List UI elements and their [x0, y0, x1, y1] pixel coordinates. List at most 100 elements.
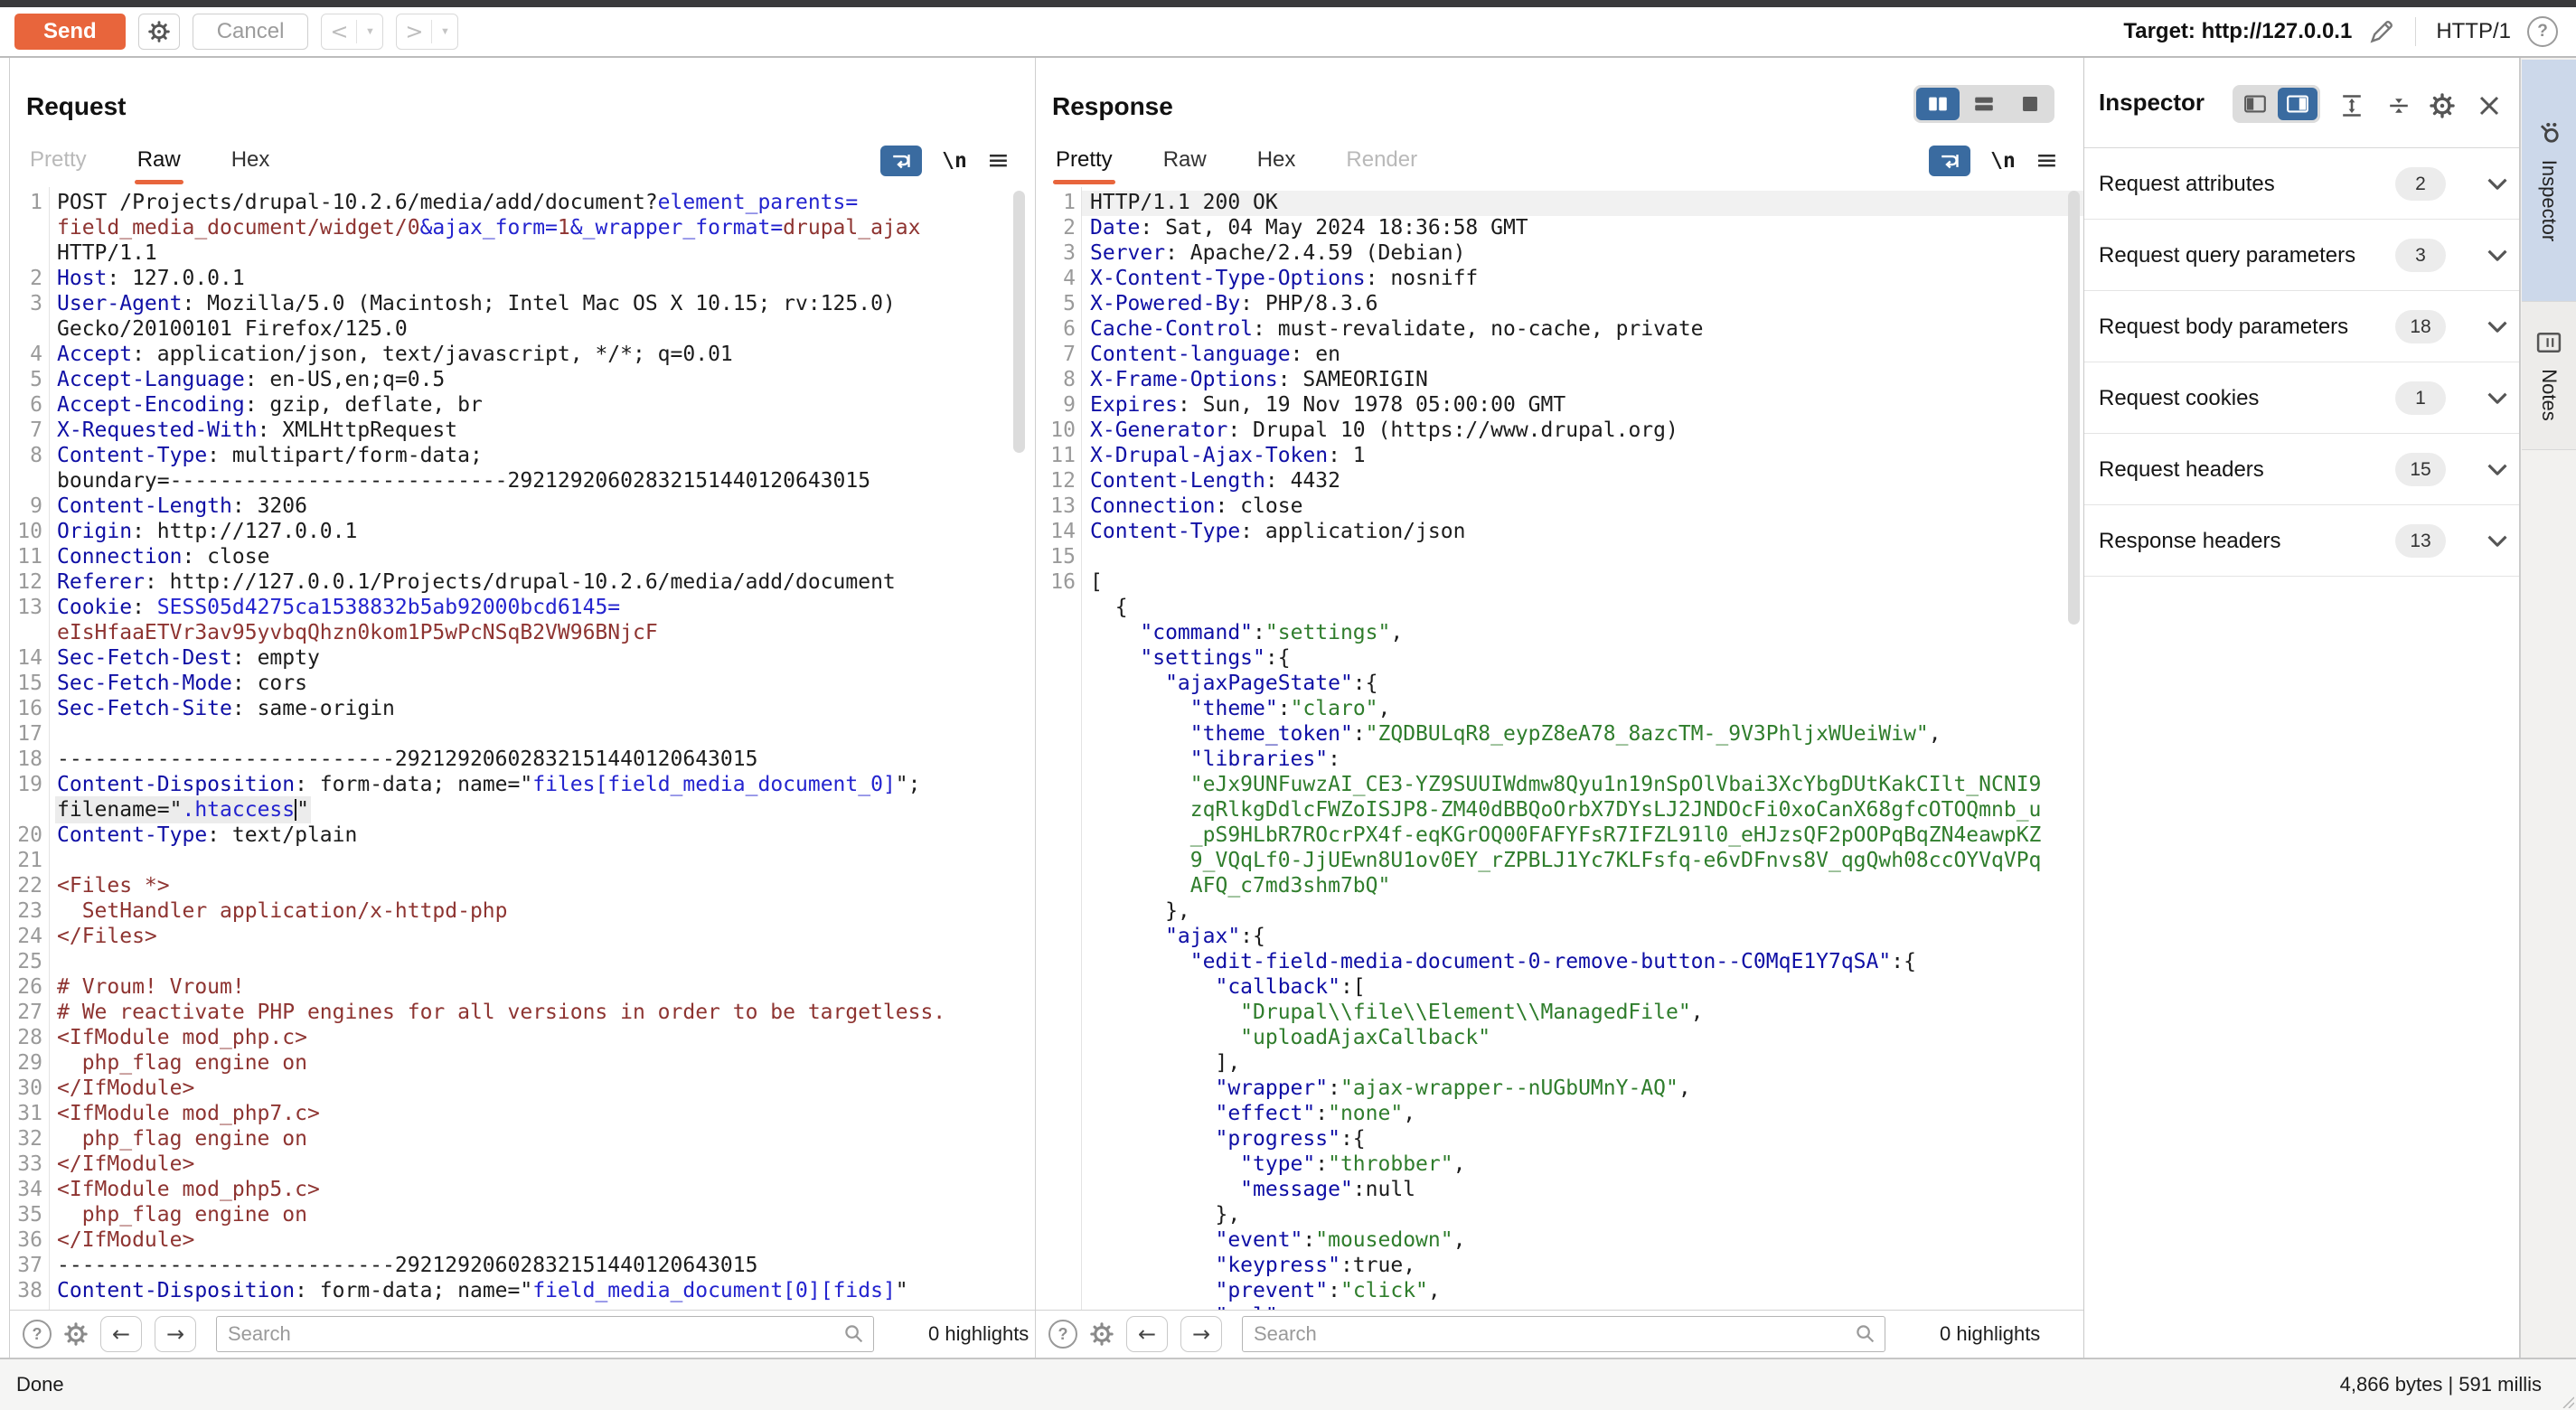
code-line[interactable]: "ajax":{ [1036, 925, 2083, 950]
code-line[interactable]: "type":"throbber", [1036, 1152, 2083, 1178]
dock-left-button[interactable] [2235, 88, 2275, 120]
code-line[interactable]: 36</IfModule> [10, 1228, 1035, 1254]
code-line[interactable]: 11X-Drupal-Ajax-Token: 1 [1036, 444, 2083, 469]
code-line[interactable]: _pS9HLbR7ROcrPX4f-eqKGrOQ00FAFYFsR7IFZL9… [1036, 823, 2083, 849]
code-line[interactable]: 13Cookie: SESS05d4275ca1538832b5ab92000b… [10, 596, 1035, 621]
code-line[interactable]: 14Content-Type: application/json [1036, 520, 2083, 545]
code-line[interactable]: 3User-Agent: Mozilla/5.0 (Macintosh; Int… [10, 292, 1035, 317]
layout-rows-button[interactable] [1962, 88, 2006, 120]
word-wrap-toggle[interactable] [1929, 146, 1970, 176]
search-prev-button[interactable]: ← [100, 1316, 142, 1352]
code-line[interactable]: "ajaxPageState":{ [1036, 672, 2083, 697]
code-line[interactable]: 32 php_flag engine on [10, 1127, 1035, 1152]
code-line[interactable]: "eJx9UNFuwzAI_CE3-YZ9SUUIWdmw8Qyu1n19nSp… [1036, 773, 2083, 798]
code-line[interactable]: 30</IfModule> [10, 1076, 1035, 1102]
code-line[interactable]: 19Content-Disposition: form-data; name="… [10, 773, 1035, 798]
code-line[interactable]: 28<IfModule mod_php.c> [10, 1026, 1035, 1051]
code-line[interactable]: 13Connection: close [1036, 494, 2083, 520]
code-line[interactable]: filename=".htaccess" [10, 798, 1035, 823]
code-line[interactable]: 31<IfModule mod_php7.c> [10, 1102, 1035, 1127]
caret-down-icon[interactable]: ▼ [432, 14, 457, 49]
search-help-icon[interactable]: ? [1048, 1320, 1077, 1349]
code-line[interactable]: 27# We reactivate PHP engines for all ve… [10, 1001, 1035, 1026]
code-line[interactable]: "Drupal\\file\\Element\\ManagedFile", [1036, 1001, 2083, 1026]
code-line[interactable]: 6Cache-Control: must-revalidate, no-cach… [1036, 317, 2083, 343]
code-line[interactable]: 33</IfModule> [10, 1152, 1035, 1178]
code-line[interactable]: 25 [10, 950, 1035, 975]
code-line[interactable]: 5Accept-Language: en-US,en;q=0.5 [10, 368, 1035, 393]
code-line[interactable]: "theme_token":"ZQDBULqR8_eypZ8eA78_8azcT… [1036, 722, 2083, 747]
prev-request-split-button[interactable]: < ▼ [321, 14, 383, 50]
response-editor[interactable]: 1HTTP/1.1 200 OK2Date: Sat, 04 May 2024 … [1036, 187, 2083, 1310]
code-line[interactable]: "theme":"claro", [1036, 697, 2083, 722]
search-input[interactable] [1242, 1316, 1885, 1352]
tab-render[interactable]: Render [1346, 133, 1417, 187]
request-scrollbar[interactable] [1013, 191, 1025, 453]
caret-down-icon[interactable]: ▼ [357, 14, 382, 49]
search-settings-gear-icon[interactable] [1090, 1322, 1114, 1346]
layout-columns-button[interactable] [1916, 88, 1960, 120]
code-line[interactable]: HTTP/1.1 [10, 241, 1035, 267]
inspector-section-row[interactable]: Response headers13 [2084, 505, 2519, 577]
code-line[interactable]: 2Date: Sat, 04 May 2024 18:36:58 GMT [1036, 216, 2083, 241]
next-request-split-button[interactable]: > ▼ [396, 14, 458, 50]
code-line[interactable]: "callback":[ [1036, 975, 2083, 1001]
layout-single-button[interactable] [2008, 88, 2052, 120]
code-line[interactable]: 22<Files *> [10, 874, 1035, 899]
tab-raw[interactable]: Raw [137, 133, 181, 187]
editor-menu-icon[interactable]: ≡ [987, 147, 1010, 174]
show-newlines-toggle[interactable]: \n [942, 149, 967, 173]
word-wrap-toggle[interactable] [880, 146, 922, 176]
inspector-section-row[interactable]: Request attributes2 [2084, 148, 2519, 220]
code-line[interactable]: 9Expires: Sun, 19 Nov 1978 05:00:00 GMT [1036, 393, 2083, 418]
code-line[interactable]: 23 SetHandler application/x-httpd-php [10, 899, 1035, 925]
code-line[interactable]: "command":"settings", [1036, 621, 2083, 646]
code-line[interactable]: 15 [1036, 545, 2083, 570]
cancel-button[interactable]: Cancel [193, 14, 309, 50]
code-line[interactable]: "uploadAjaxCallback" [1036, 1026, 2083, 1051]
tab-pretty[interactable]: Pretty [30, 133, 87, 187]
code-line[interactable]: 12Content-Length: 4432 [1036, 469, 2083, 494]
code-line[interactable]: ], [1036, 1051, 2083, 1076]
code-line[interactable]: 34<IfModule mod_php5.c> [10, 1178, 1035, 1203]
code-line[interactable]: 37---------------------------29212920602… [10, 1254, 1035, 1279]
code-line[interactable]: { [1036, 596, 2083, 621]
search-settings-gear-icon[interactable] [64, 1322, 88, 1346]
inspector-section-row[interactable]: Request body parameters18 [2084, 291, 2519, 362]
code-line[interactable]: "message":null [1036, 1178, 2083, 1203]
code-line[interactable]: 2Host: 127.0.0.1 [10, 267, 1035, 292]
code-line[interactable]: "prevent":"click", [1036, 1279, 2083, 1304]
inspector-section-row[interactable]: Request cookies1 [2084, 362, 2519, 434]
code-line[interactable]: }, [1036, 899, 2083, 925]
search-prev-button[interactable]: ← [1126, 1316, 1168, 1352]
code-line[interactable]: 26# Vroum! Vroum! [10, 975, 1035, 1001]
code-line[interactable]: 18---------------------------29212920602… [10, 747, 1035, 773]
send-button[interactable]: Send [14, 14, 126, 50]
code-line[interactable]: "event":"mousedown", [1036, 1228, 2083, 1254]
inspector-close-button[interactable] [2473, 90, 2505, 121]
code-line[interactable]: 4Accept: application/json, text/javascri… [10, 343, 1035, 368]
search-help-icon[interactable]: ? [23, 1320, 52, 1349]
code-line[interactable]: 29 php_flag engine on [10, 1051, 1035, 1076]
code-line[interactable]: }, [1036, 1203, 2083, 1228]
response-scrollbar[interactable] [2068, 191, 2080, 625]
strip-tab-notes[interactable]: Notes [2522, 302, 2576, 450]
code-line[interactable]: field_media_document/widget/0&ajax_form=… [10, 216, 1035, 241]
search-next-button[interactable]: → [1180, 1316, 1222, 1352]
code-line[interactable]: 8X-Frame-Options: SAMEORIGIN [1036, 368, 2083, 393]
next-arrow-icon[interactable]: > [397, 14, 431, 49]
code-line[interactable]: 11Connection: close [10, 545, 1035, 570]
inspector-settings-button[interactable] [2426, 90, 2458, 121]
code-line[interactable]: 16Sec-Fetch-Site: same-origin [10, 697, 1035, 722]
inspector-section-row[interactable]: Request headers15 [2084, 434, 2519, 505]
code-line[interactable]: "effect":"none", [1036, 1102, 2083, 1127]
expand-all-button[interactable] [2336, 90, 2368, 121]
code-line[interactable]: 6Accept-Encoding: gzip, deflate, br [10, 393, 1035, 418]
editor-menu-icon[interactable]: ≡ [2035, 147, 2058, 174]
request-editor[interactable]: 1POST /Projects/drupal-10.2.6/media/add/… [10, 187, 1035, 1310]
dock-right-button[interactable] [2278, 88, 2317, 120]
collapse-all-button[interactable] [2383, 90, 2415, 121]
strip-tab-inspector[interactable]: Inspector [2522, 60, 2576, 302]
code-line[interactable]: 4X-Content-Type-Options: nosniff [1036, 267, 2083, 292]
tab-pretty[interactable]: Pretty [1056, 133, 1113, 187]
